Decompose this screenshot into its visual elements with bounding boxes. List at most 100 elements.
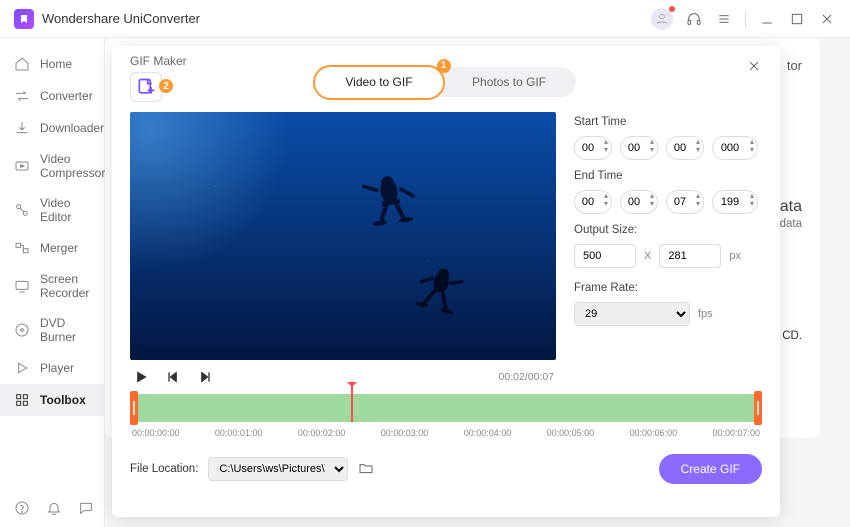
tick-label: 00:00:03:00 <box>381 428 429 438</box>
bg-snippet: tor <box>787 58 802 73</box>
trim-start-handle[interactable] <box>130 391 138 425</box>
fps-unit: fps <box>698 308 713 320</box>
trim-end-handle[interactable] <box>754 391 762 425</box>
frame-rate-select[interactable]: 29 <box>574 302 690 326</box>
gif-maker-modal: GIF Maker 2 Video to GIF 1 Photos to GIF <box>112 46 780 517</box>
end-minutes-input[interactable]: ▴▾ <box>620 190 658 214</box>
titlebar: Wondershare UniConverter <box>0 0 850 38</box>
px-unit: px <box>729 250 741 262</box>
settings-panel: Start Time ▴▾ ▴▾ ▴▾ ▴▾ End Time ▴▾ ▴▾ ▴▾… <box>574 112 762 390</box>
sidebar-item-compressor[interactable]: Video Compressor <box>0 144 104 188</box>
play-button[interactable] <box>132 368 150 386</box>
bottom-bar: File Location: C:\Users\ws\Pictures\Wond… <box>130 454 762 484</box>
modal-close-button[interactable] <box>746 58 762 79</box>
sidebar-item-home[interactable]: Home <box>0 48 104 80</box>
spinner-arrows[interactable]: ▴▾ <box>650 192 654 208</box>
tick-label: 00:00:06:00 <box>630 428 678 438</box>
tab-photos-to-gif[interactable]: Photos to GIF <box>442 67 576 97</box>
sidebar-label: Merger <box>40 241 78 255</box>
add-file-button[interactable]: 2 <box>130 72 162 102</box>
sidebar-item-toolbox[interactable]: Toolbox <box>0 384 104 416</box>
output-size-label: Output Size: <box>574 224 762 236</box>
sidebar-footer <box>0 489 104 527</box>
app-title: Wondershare UniConverter <box>42 11 200 26</box>
spinner-arrows[interactable]: ▴▾ <box>604 138 608 154</box>
end-ms-input[interactable]: ▴▾ <box>712 190 758 214</box>
minimize-button[interactable] <box>758 10 776 28</box>
preview-column: 00:02/00:07 <box>130 112 556 390</box>
sidebar-label: Video Editor <box>40 196 90 224</box>
start-time-label: Start Time <box>574 116 762 128</box>
tab-video-to-gif[interactable]: Video to GIF 1 <box>313 65 444 100</box>
sidebar-label: Downloader <box>40 121 104 135</box>
sidebar: Home Converter Downloader Video Compress… <box>0 38 105 527</box>
tick-label: 00:00:01:00 <box>215 428 263 438</box>
step-badge-1: 1 <box>437 59 451 73</box>
feedback-icon[interactable] <box>78 499 94 517</box>
output-height-input[interactable] <box>659 244 721 268</box>
start-hours-input[interactable]: ▴▾ <box>574 136 612 160</box>
spinner-arrows[interactable]: ▴▾ <box>604 192 608 208</box>
step-badge-2: 2 <box>159 79 173 93</box>
bg-snippet: CD. <box>782 330 802 342</box>
maximize-button[interactable] <box>788 10 806 28</box>
sidebar-label: Video Compressor <box>40 152 105 180</box>
spinner-arrows[interactable]: ▴▾ <box>650 138 654 154</box>
timeline[interactable]: 00:00:00:00 00:00:01:00 00:00:02:00 00:00:0… <box>130 394 762 438</box>
account-avatar[interactable] <box>651 8 673 30</box>
prev-frame-button[interactable] <box>164 368 182 386</box>
help-icon[interactable] <box>14 499 30 517</box>
close-button[interactable] <box>818 10 836 28</box>
sidebar-label: Home <box>40 57 72 71</box>
timeline-ticks: 00:00:00:00 00:00:01:00 00:00:02:00 00:00:0… <box>130 428 762 438</box>
spinner-arrows[interactable]: ▴▾ <box>696 192 700 208</box>
file-location-label: File Location: <box>130 463 198 475</box>
sidebar-label: DVD Burner <box>40 316 90 344</box>
sidebar-item-downloader[interactable]: Downloader <box>0 112 104 144</box>
bubbles-overlay <box>130 112 556 360</box>
tick-label: 00:00:02:00 <box>298 428 346 438</box>
sidebar-label: Screen Recorder <box>40 272 90 300</box>
sidebar-item-recorder[interactable]: Screen Recorder <box>0 264 104 308</box>
bell-icon[interactable] <box>46 499 62 517</box>
spinner-arrows[interactable]: ▴▾ <box>750 138 754 154</box>
tab-label: Video to GIF <box>345 75 412 89</box>
tab-label: Photos to GIF <box>472 75 546 89</box>
end-hours-input[interactable]: ▴▾ <box>574 190 612 214</box>
menu-icon[interactable] <box>715 10 733 28</box>
titlebar-actions <box>651 8 836 30</box>
modal-title: GIF Maker <box>130 54 187 68</box>
video-preview[interactable] <box>130 112 556 360</box>
end-seconds-input[interactable]: ▴▾ <box>666 190 704 214</box>
sidebar-label: Player <box>40 361 74 375</box>
sidebar-item-merger[interactable]: Merger <box>0 232 104 264</box>
player-controls: 00:02/00:07 <box>130 364 556 390</box>
sidebar-item-converter[interactable]: Converter <box>0 80 104 112</box>
sidebar-label: Toolbox <box>40 393 86 407</box>
start-seconds-input[interactable]: ▴▾ <box>666 136 704 160</box>
divider <box>745 11 746 27</box>
open-folder-button[interactable] <box>358 460 374 479</box>
spinner-arrows[interactable]: ▴▾ <box>696 138 700 154</box>
tick-label: 00:00:07:00 <box>712 428 760 438</box>
create-gif-button[interactable]: Create GIF <box>659 454 762 484</box>
playhead[interactable] <box>351 384 353 422</box>
app-logo <box>14 9 34 29</box>
next-frame-button[interactable] <box>196 368 214 386</box>
sidebar-item-dvd[interactable]: DVD Burner <box>0 308 104 352</box>
sidebar-label: Converter <box>40 89 93 103</box>
start-minutes-input[interactable]: ▴▾ <box>620 136 658 160</box>
x-separator: X <box>644 250 651 262</box>
tick-label: 00:00:00:00 <box>132 428 180 438</box>
frame-rate-label: Frame Rate: <box>574 282 762 294</box>
headset-icon[interactable] <box>685 10 703 28</box>
file-location-select[interactable]: C:\Users\ws\Pictures\Wonders <box>208 457 348 481</box>
diver-graphic <box>355 162 425 232</box>
tick-label: 00:00:04:00 <box>464 428 512 438</box>
spinner-arrows[interactable]: ▴▾ <box>750 192 754 208</box>
sidebar-item-player[interactable]: Player <box>0 352 104 384</box>
start-ms-input[interactable]: ▴▾ <box>712 136 758 160</box>
sidebar-item-editor[interactable]: Video Editor <box>0 188 104 232</box>
output-width-input[interactable] <box>574 244 636 268</box>
main-area: tor data etadata CD. GIF Maker 2 Video t… <box>105 38 850 527</box>
